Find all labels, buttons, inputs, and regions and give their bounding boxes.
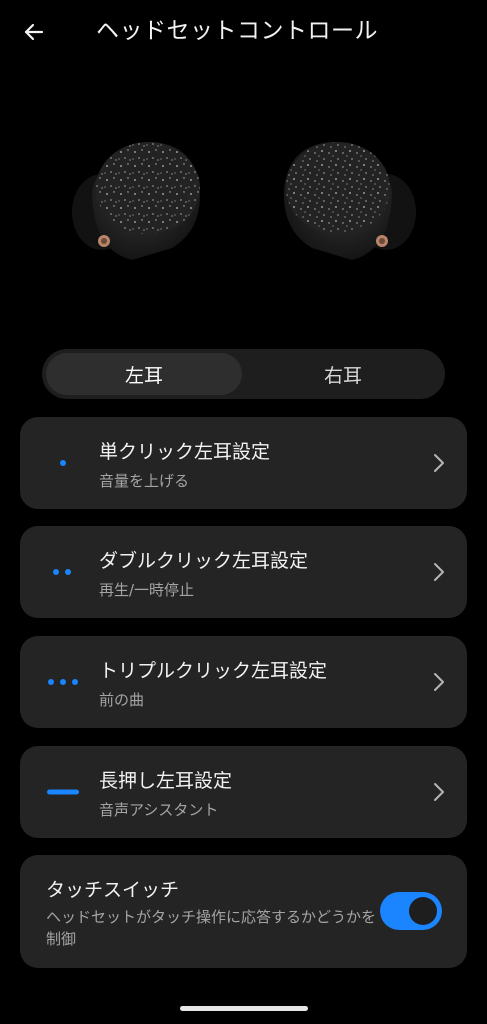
triple-click-action: 前の曲 [99,691,145,709]
three-dots-icon [48,679,78,685]
left-earbud-image [72,142,201,260]
page-title: ヘッドセットコントロール [96,18,378,44]
single-click-setting[interactable]: 単クリック左耳設定 音量を上げる [20,417,467,509]
back-button[interactable] [14,12,54,52]
arrow-left-icon [24,23,44,41]
touch-switch-toggle[interactable] [380,892,442,930]
long-press-setting[interactable]: 長押し左耳設定 音声アシスタント [20,746,467,838]
long-press-title: 長押し左耳設定 [99,770,233,792]
chevron-right-icon [434,673,444,691]
touch-switch-description: ヘッドセットがタッチ操作に応答するかどうかを制御 [46,908,377,948]
triple-click-setting[interactable]: トリプルクリック左耳設定 前の曲 [20,636,467,728]
right-earbud-image [283,142,416,260]
one-dot-icon [60,460,66,466]
triple-click-title: トリプルクリック左耳設定 [99,660,328,682]
touch-switch-setting: タッチスイッチ ヘッドセットがタッチ操作に応答するかどうかを制御 [20,855,467,968]
tab-right-ear[interactable]: 右耳 [245,353,441,395]
earbuds-illustration [0,120,487,280]
double-click-title: ダブルクリック左耳設定 [99,550,309,572]
double-click-setting[interactable]: ダブルクリック左耳設定 再生/一時停止 [20,526,467,618]
chevron-right-icon [434,783,444,801]
two-dots-icon [53,569,71,575]
long-bar-icon [47,789,79,795]
tab-left-ear[interactable]: 左耳 [46,353,242,395]
chevron-right-icon [434,454,444,472]
ear-selector: 左耳 右耳 [42,349,445,399]
home-indicator[interactable] [180,1006,308,1011]
toggle-knob [409,897,437,925]
double-click-action: 再生/一時停止 [99,581,195,599]
single-click-action: 音量を上げる [99,472,190,490]
long-press-action: 音声アシスタント [99,801,219,819]
app-header: ヘッドセットコントロール [0,0,487,64]
touch-switch-title: タッチスイッチ [46,879,180,901]
chevron-right-icon [434,563,444,581]
single-click-title: 単クリック左耳設定 [99,441,271,463]
